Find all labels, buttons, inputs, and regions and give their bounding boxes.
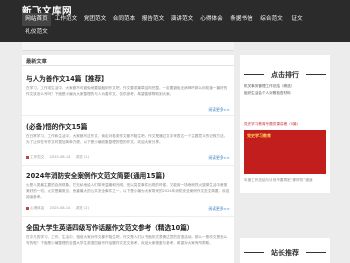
article-item: 全国大学生英语四级写作话题作文范文参考（精选10篇） 在平凡的学习、工作、生活中… — [22, 222, 234, 262]
read-more-link[interactable]: 阅读更多>> — [208, 107, 230, 113]
divider — [22, 216, 234, 217]
article-summary: 火是人类最主要的自然现象。它无私地给人们带来温暖和光明，但以突发事件出现的时候，… — [26, 183, 230, 199]
featured-caption[interactable]: 党史学习教育专题党课讲稿（5篇） — [244, 122, 328, 127]
recommend-panel: 站长推荐 — [240, 238, 330, 263]
title-line-right — [306, 74, 326, 75]
read-more-link[interactable]: 阅读更多>> — [208, 206, 230, 212]
nav-item-essay[interactable]: 证文 — [287, 13, 307, 26]
top-banner — [22, 42, 234, 51]
article-item: (必备)悟的作文15篇 在日常学习、工作和生活中，大家都写过作文，肯定对各类作文… — [22, 121, 234, 165]
article-meta: 工作范文 2025-08-14 浏览 (2) — [26, 155, 89, 160]
article-title[interactable]: 全国大学生英语四级写作话题作文范文参考（精选10篇） — [26, 222, 193, 232]
hot-link[interactable]: 组织生活会个人对照检查材料 — [244, 91, 328, 96]
header: 新飞文库网 网站首页 工作范文 党团范文 合同范本 报告范文 演讲范文 心得体会… — [0, 0, 350, 42]
divider — [22, 65, 234, 66]
latest-articles: 最新文章 与人为善作文14篇【推荐】 在学习、工作或生活中，大家都不可避免地要接… — [22, 55, 234, 263]
nav-item-work[interactable]: 工作范文 — [52, 13, 80, 26]
nav-item-etiquette[interactable]: 礼仪范文 — [22, 26, 51, 39]
nav-item-contract[interactable]: 合同范本 — [110, 13, 138, 26]
page: 新飞文库网 网站首页 工作范文 党团范文 合同范本 报告范文 演讲范文 心得体会… — [0, 0, 350, 263]
article-date: 2025-08-14 — [49, 155, 71, 159]
recommend-title: 站长推荐 — [271, 249, 299, 257]
article-views: 浏览 (2) — [75, 206, 89, 210]
article-summary: 在日常学习、工作和生活中，大家都写过作文，肯定对各类作文都不陌生吧，作文是通过文… — [26, 134, 228, 144]
read-more-link[interactable]: 阅读更多>> — [208, 155, 230, 161]
nav-item-general[interactable]: 综合范文 — [257, 13, 286, 26]
hot-ranking: 点击排行 机关事务管理工作总结（精选） 组织生活会个人对照检查材料 党史学习教育… — [240, 58, 330, 263]
nav-item-report[interactable]: 报告范文 — [139, 13, 167, 26]
article-date: 2025-08-14 — [49, 206, 71, 210]
article-title[interactable]: 与人为善作文14篇【推荐】 — [26, 73, 108, 83]
title-line-right — [306, 252, 326, 253]
divider — [22, 115, 234, 116]
article-summary: 在平凡的学习、工作、生活中，相信大家对作文都不陌生吧，作文是人们以书面形式表情达… — [26, 235, 228, 245]
nav-item-party[interactable]: 党团范文 — [81, 13, 109, 26]
nav-item-speech[interactable]: 演讲范文 — [168, 13, 196, 26]
nav-item-experience[interactable]: 心得体会 — [197, 13, 226, 26]
hot-title: 点击排行 — [271, 71, 299, 79]
article-title[interactable]: (必备)悟的作文15篇 — [26, 121, 87, 131]
article-item: 2024年消防安全案例作文范文简要(通用15篇) 火是人类最主要的自然现象。它无… — [22, 170, 234, 216]
featured-image-text: 党史学习教育 — [247, 133, 271, 138]
article-views: 浏览 (2) — [75, 155, 89, 159]
article-category[interactable]: 心得体会 — [30, 206, 44, 210]
section-title: 最新文章 — [26, 59, 47, 65]
nav-item-letters[interactable]: 条据书信 — [227, 13, 256, 26]
nav-item-home[interactable]: 网站首页 — [22, 13, 51, 26]
article-summary: 在学习、工作或生活中，大家都不可避免地要接触到作文吧，作文要求篇章结构完整，一定… — [26, 86, 228, 96]
article-category[interactable]: 工作范文 — [30, 155, 44, 159]
featured-image[interactable]: 党史学习教育 — [244, 130, 326, 174]
article-item: 与人为善作文14篇【推荐】 在学习、工作或生活中，大家都不可避免地要接触到作文吧… — [22, 73, 234, 113]
sidebar-note[interactable]: 年度工作总结与计划不要再犯“那样的”错误 — [244, 178, 328, 183]
article-title[interactable]: 2024年消防安全案例作文范文简要(通用15篇) — [26, 170, 165, 180]
hot-link[interactable]: 机关事务管理工作总结（精选） — [244, 84, 328, 89]
category-icon — [26, 155, 29, 159]
divider — [22, 165, 234, 166]
article-meta: 心得体会 2025-08-14 浏览 (2) — [26, 206, 89, 211]
category-icon — [26, 206, 29, 210]
